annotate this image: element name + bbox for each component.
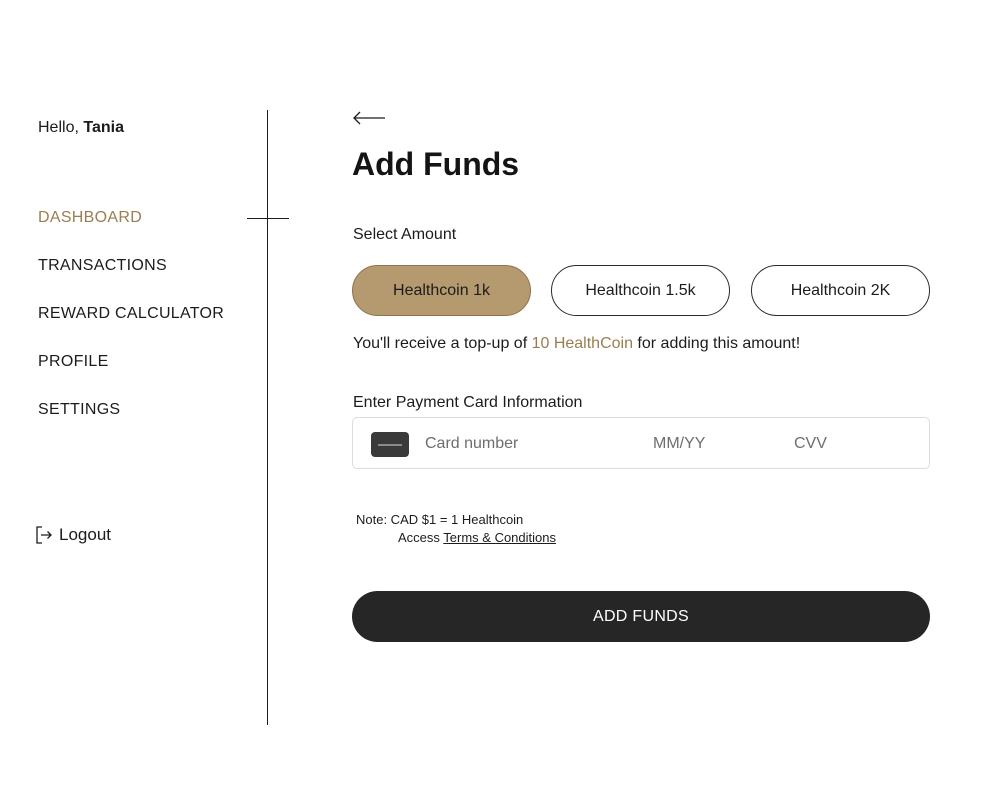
sidebar-item-settings[interactable]: SETTINGS: [38, 400, 224, 448]
select-amount-label: Select Amount: [353, 226, 457, 243]
sidebar-nav: DASHBOARD TRANSACTIONS REWARD CALCULATOR…: [38, 208, 224, 448]
sidebar-item-profile[interactable]: PROFILE: [38, 352, 224, 400]
greeting-prefix: Hello,: [38, 119, 84, 136]
conversion-note: Note: CAD $1 = 1 Healthcoin Access Terms…: [356, 511, 556, 547]
payment-card-label: Enter Payment Card Information: [353, 394, 583, 411]
card-expiry-input[interactable]: [653, 431, 753, 457]
amount-option-1-5k[interactable]: Healthcoin 1.5k: [551, 265, 730, 316]
sidebar-item-dashboard[interactable]: DASHBOARD: [38, 208, 224, 256]
credit-card-icon: [371, 432, 409, 457]
note-access-prefix: Access: [398, 530, 444, 545]
user-name: Tania: [83, 119, 124, 136]
topup-highlight: 10 HealthCoin: [531, 335, 633, 352]
amount-option-1k[interactable]: Healthcoin 1k: [352, 265, 531, 316]
sidebar-divider: [267, 110, 268, 725]
sidebar-item-reward-calculator[interactable]: REWARD CALCULATOR: [38, 304, 224, 352]
card-number-input[interactable]: [425, 431, 625, 457]
add-funds-button[interactable]: ADD FUNDS: [352, 591, 930, 642]
sidebar-item-transactions[interactable]: TRANSACTIONS: [38, 256, 224, 304]
terms-link[interactable]: Terms & Conditions: [443, 530, 556, 545]
topup-suffix: for adding this amount!: [632, 335, 801, 352]
arrow-left-icon: [353, 111, 385, 125]
topup-prefix: You'll receive a top-up of: [353, 335, 532, 352]
note-line-1: Note: CAD $1 = 1 Healthcoin: [356, 512, 524, 527]
card-input-group: [352, 417, 930, 469]
active-indicator: [247, 218, 289, 219]
logout-label: Logout: [59, 525, 111, 544]
amount-option-2k[interactable]: Healthcoin 2K: [751, 265, 930, 316]
back-button[interactable]: [352, 108, 386, 133]
page-title: Add Funds: [352, 146, 520, 182]
logout-icon: [36, 526, 52, 544]
greeting: Hello, Tania: [38, 119, 124, 137]
logout-button[interactable]: Logout: [35, 525, 111, 545]
topup-message: You'll receive a top-up of 10 HealthCoin…: [353, 335, 800, 353]
card-cvv-input[interactable]: [794, 431, 894, 457]
note-line-2: Access Terms & Conditions: [356, 529, 556, 547]
